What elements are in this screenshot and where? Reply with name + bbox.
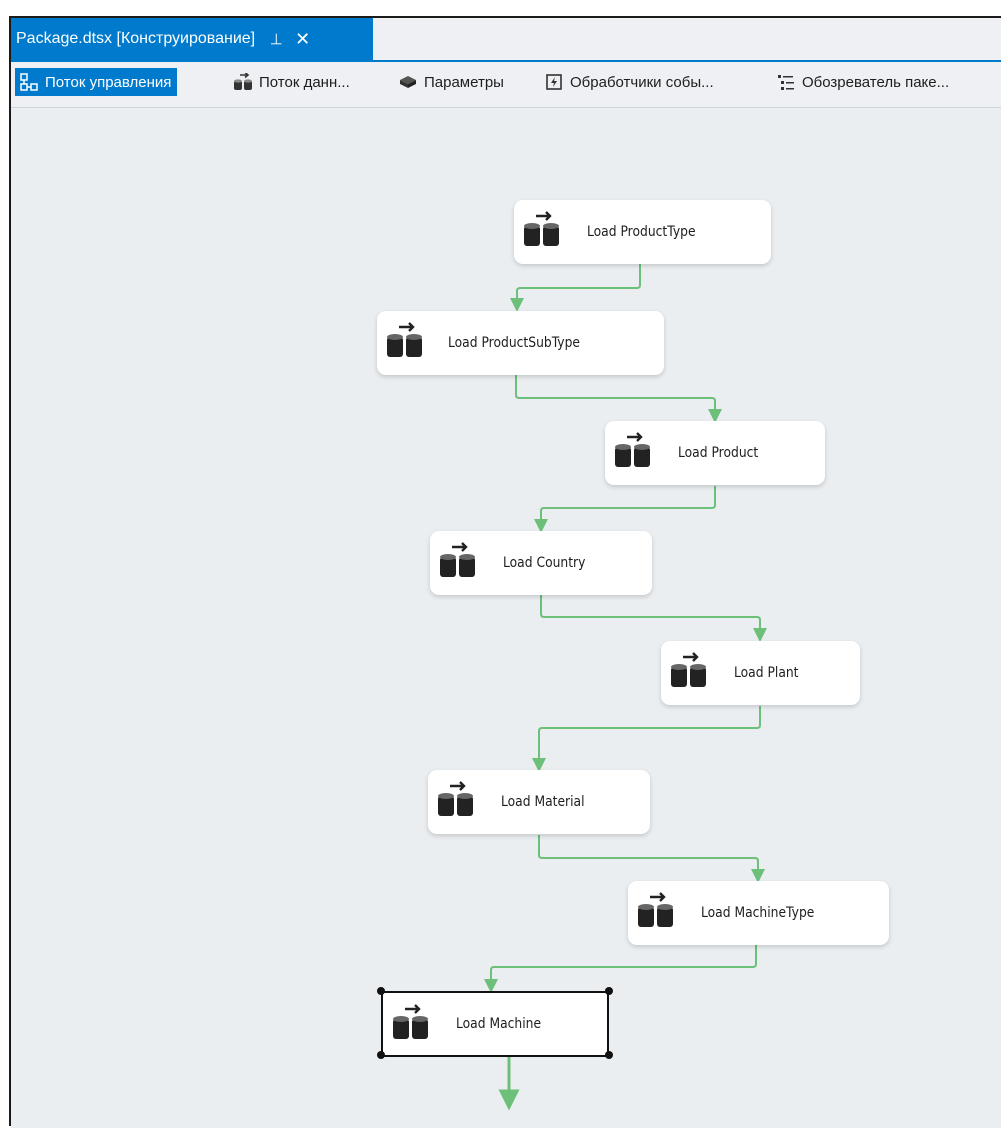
data-flow-icon: [233, 72, 253, 92]
data-flow-task-icon: [615, 432, 650, 467]
document-tab-title: Package.dtsx [Конструирование]: [16, 30, 256, 47]
pin-icon[interactable]: ⊣: [267, 32, 285, 46]
resize-handle-top-left[interactable]: [377, 987, 385, 995]
parameters-icon: [398, 72, 418, 92]
data-flow-task-icon: [440, 542, 475, 577]
data-flow-task-icon: [671, 652, 706, 687]
task-load-machinetype[interactable]: Load MachineType: [628, 881, 889, 945]
connector-3[interactable]: [534, 486, 716, 533]
task-load-product[interactable]: Load Product: [605, 421, 825, 485]
connector-1[interactable]: [510, 264, 641, 312]
task-label: Load ProductSubType: [448, 335, 580, 351]
tab-parameters[interactable]: Параметры: [398, 68, 504, 96]
data-flow-task-icon: [524, 211, 559, 246]
task-load-plant[interactable]: Load Plant: [661, 641, 860, 705]
tab-data-flow-label: Поток данн...: [259, 73, 350, 91]
event-handlers-icon: [544, 72, 564, 92]
connector-4[interactable]: [540, 595, 767, 642]
data-flow-task-icon: [438, 781, 473, 816]
task-label: Load Material: [501, 794, 585, 810]
tab-parameters-label: Параметры: [424, 73, 504, 91]
package-explorer-icon: [776, 72, 796, 92]
document-tab-strip: Package.dtsx [Конструирование] ⊣ ✕: [11, 18, 1001, 60]
resize-handle-bottom-right[interactable]: [605, 1051, 613, 1059]
task-load-country[interactable]: Load Country: [430, 531, 652, 595]
document-tab[interactable]: Package.dtsx [Конструирование] ⊣ ✕: [11, 18, 373, 60]
close-icon[interactable]: ✕: [295, 30, 310, 48]
data-flow-task-icon: [393, 1004, 428, 1039]
tab-package-explorer-label: Обозреватель паке...: [802, 73, 950, 91]
tab-event-handlers-label: Обработчики собы...: [570, 73, 714, 91]
task-label: Load Product: [678, 445, 759, 461]
tab-event-handlers[interactable]: Обработчики собы...: [544, 68, 714, 96]
task-label: Load Plant: [734, 665, 799, 681]
resize-handle-bottom-left[interactable]: [377, 1051, 385, 1059]
connector-5[interactable]: [532, 706, 761, 772]
control-flow-canvas[interactable]: Load ProductType Load ProductSubType Loa…: [11, 109, 1001, 1128]
data-flow-task-icon: [638, 892, 673, 927]
package-designer-window: Package.dtsx [Конструирование] ⊣ ✕ Поток…: [9, 16, 1001, 1128]
precedence-constraints: [484, 264, 767, 1111]
connector-7[interactable]: [484, 945, 757, 993]
task-label: Load Country: [503, 555, 586, 571]
data-flow-task-icon: [387, 322, 422, 357]
tab-control-flow[interactable]: Поток управления: [15, 68, 178, 96]
designer-tab-bar: Поток управления Поток данн... Параметры…: [11, 62, 1001, 108]
task-load-productsubtype[interactable]: Load ProductSubType: [377, 311, 664, 375]
control-flow-icon: [19, 72, 39, 92]
task-label: Load ProductType: [587, 224, 696, 240]
connector-2[interactable]: [515, 375, 722, 423]
task-label: Load Machine: [456, 1016, 542, 1032]
tab-control-flow-label: Поток управления: [45, 73, 172, 91]
task-load-material[interactable]: Load Material: [428, 770, 650, 834]
tab-data-flow[interactable]: Поток данн...: [233, 68, 350, 96]
tab-package-explorer[interactable]: Обозреватель паке...: [776, 68, 949, 96]
connector-6[interactable]: [538, 835, 765, 883]
task-label: Load MachineType: [701, 905, 815, 921]
resize-handle-top-right[interactable]: [605, 987, 613, 995]
task-load-machine[interactable]: Load Machine: [381, 991, 609, 1057]
task-load-producttype[interactable]: Load ProductType: [514, 200, 771, 264]
